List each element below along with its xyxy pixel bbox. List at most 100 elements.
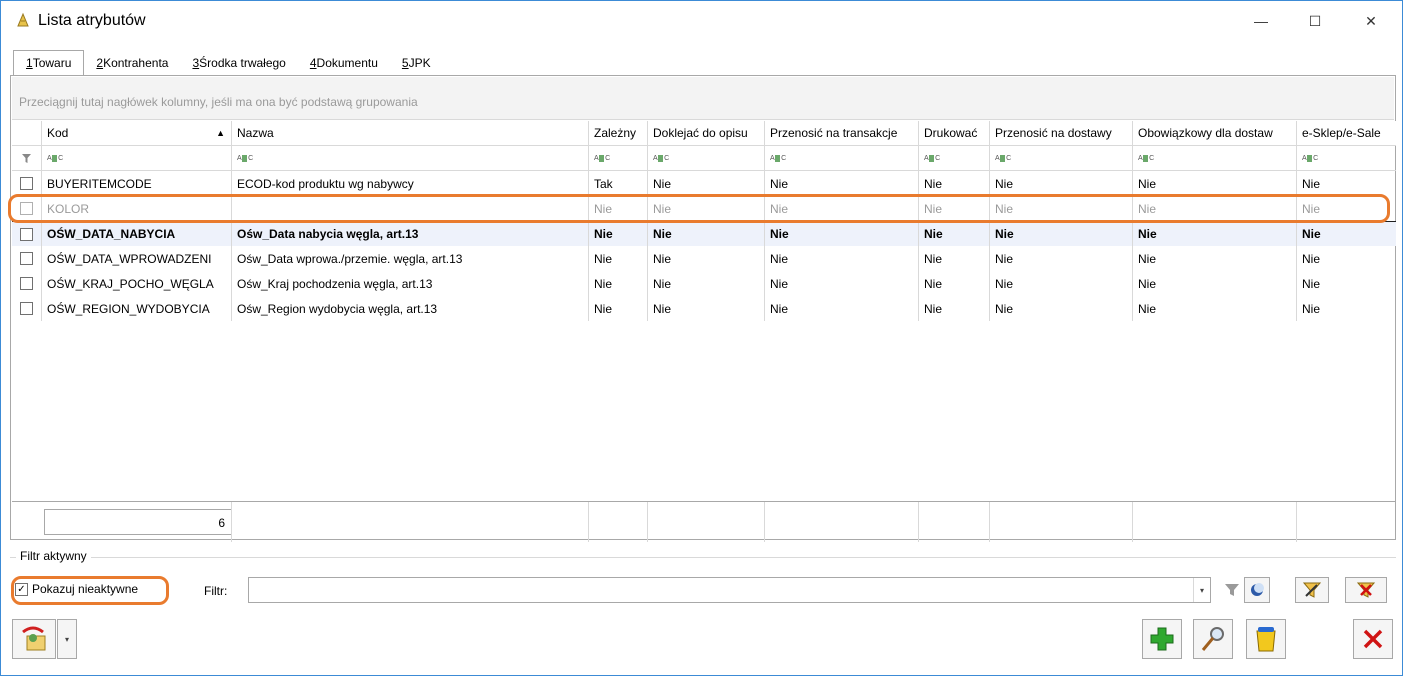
cell-doklejac: Nie — [648, 296, 765, 321]
filter-label: Filtr: — [204, 584, 228, 598]
gear-operations-icon — [22, 626, 46, 651]
tab-key: 3 — [192, 56, 200, 70]
text-filter-icon: AC — [924, 154, 940, 162]
filter-cell-dostawy[interactable]: AC — [990, 146, 1133, 170]
cell-kod: OŚW_DATA_WPROWADZENI — [42, 246, 232, 271]
tab-jpk[interactable]: 5 JPK — [390, 50, 443, 76]
cell-nazwa: Ośw_Kraj pochodzenia węgla, art.13 — [232, 271, 589, 296]
minimize-button[interactable]: — — [1238, 7, 1284, 35]
maximize-button[interactable]: ☐ — [1292, 7, 1338, 35]
tab-kontrahenta[interactable]: 2 Kontrahenta — [84, 50, 180, 76]
row-checkbox-cell[interactable] — [12, 171, 42, 196]
cell-kod: KOLOR — [42, 196, 232, 221]
window-title: Lista atrybutów — [38, 12, 146, 29]
row-checkbox[interactable] — [20, 302, 33, 315]
column-header-kod[interactable]: Kod ▲ — [42, 121, 232, 145]
row-checkbox-cell[interactable] — [12, 296, 42, 321]
chevron-down-icon: ▾ — [64, 634, 69, 644]
row-checkbox-cell[interactable] — [12, 271, 42, 296]
cell-zalezny: Nie — [589, 246, 648, 271]
column-header-obowiazkowy[interactable]: Obowiązkowy dla dostaw — [1133, 121, 1297, 145]
checkbox-checked[interactable]: ✓ — [15, 582, 28, 596]
filter-cell-zalezny[interactable]: AC — [589, 146, 648, 170]
column-header-dostawy[interactable]: Przenosić na dostawy — [990, 121, 1133, 145]
funnel-icon — [22, 153, 31, 163]
table-row[interactable]: OŚW_KRAJ_POCHO_WĘGLA Ośw_Kraj pochodzeni… — [12, 271, 1396, 296]
row-checkbox-cell[interactable] — [12, 222, 42, 246]
operations-button[interactable] — [12, 619, 56, 659]
cell-obowiazkowy: Nie — [1133, 246, 1297, 271]
filter-cell-kod[interactable]: AC — [42, 146, 232, 170]
row-checkbox[interactable] — [20, 252, 33, 265]
tab-key: 2 — [96, 56, 104, 70]
delete-button[interactable] — [1246, 619, 1286, 659]
filter-cell-obowiazkowy[interactable]: AC — [1133, 146, 1297, 170]
chevron-down-icon[interactable]: ▾ — [1193, 578, 1210, 602]
column-header-esklep[interactable]: e-Sklep/e-Sale — [1297, 121, 1396, 145]
filter-row-icon — [12, 146, 42, 170]
cell-transakcje: Nie — [765, 171, 919, 196]
table-row-selected[interactable]: OŚW_DATA_NABYCIA Ośw_Data nabycia węgla,… — [12, 221, 1396, 246]
cell-esklep: Nie — [1302, 201, 1321, 216]
cell-esklep: Nie — [1302, 176, 1321, 191]
table-row-inactive[interactable]: KOLOR Nie Nie Nie Nie Nie Nie Nie — [12, 196, 1396, 221]
row-checkbox[interactable] — [20, 227, 33, 241]
table-row[interactable]: OŚW_REGION_WYDOBYCIA Ośw_Region wydobyci… — [12, 296, 1396, 321]
filter-cell-doklejac[interactable]: AC — [648, 146, 765, 170]
table-row[interactable]: BUYERITEMCODE ECOD-kod produktu wg nabyw… — [12, 171, 1396, 196]
cell-zalezny: Nie — [589, 271, 648, 296]
cell-zalezny: Nie — [589, 222, 648, 246]
column-header-drukowac[interactable]: Drukować — [919, 121, 990, 145]
cell-zalezny: Tak — [589, 171, 648, 196]
advanced-filter-button[interactable] — [1244, 577, 1270, 603]
row-checkbox-cell[interactable] — [12, 246, 42, 271]
plus-icon — [1150, 627, 1174, 651]
cell-kod: OŚW_REGION_WYDOBYCIA — [42, 296, 232, 321]
filter-cell-drukowac[interactable]: AC — [919, 146, 990, 170]
construct-filter-button[interactable] — [1295, 577, 1329, 603]
header-select — [12, 121, 42, 145]
filter-combobox[interactable]: ▾ — [248, 577, 1211, 603]
tab-key: 1 — [26, 56, 33, 70]
close-window-button[interactable] — [1353, 619, 1393, 659]
funnel-filter-button[interactable] — [1218, 577, 1246, 603]
cell-drukowac: Nie — [919, 296, 990, 321]
column-header-zalezny[interactable]: Zależny — [589, 121, 648, 145]
table-row[interactable]: OŚW_DATA_WPROWADZENI Ośw_Data wprowa./pr… — [12, 246, 1396, 271]
preview-button[interactable] — [1193, 619, 1233, 659]
grid-empty-area — [12, 321, 1396, 501]
sort-ascending-icon: ▲ — [216, 128, 225, 138]
cell-doklejac: Nie — [648, 171, 765, 196]
text-filter-icon: AC — [594, 154, 610, 162]
filter-cell-nazwa[interactable]: AC — [232, 146, 589, 170]
tab-towaru[interactable]: 1 Towaru — [13, 50, 85, 76]
column-header-transakcje[interactable]: Przenosić na transakcje — [765, 121, 919, 145]
add-button[interactable] — [1142, 619, 1182, 659]
text-filter-icon: AC — [653, 154, 669, 162]
cell-drukowac: Nie — [919, 171, 990, 196]
tab-dokumentu[interactable]: 4 Dokumentu — [298, 50, 390, 76]
cell-esklep: Nie — [1302, 251, 1321, 266]
row-checkbox[interactable] — [20, 177, 33, 190]
show-inactive-checkbox[interactable]: ✓ Pokazuj nieaktywne — [15, 582, 138, 596]
title-bar: Lista atrybutów — ☐ ✕ — [1, 1, 1402, 41]
cell-doklejac: Nie — [648, 246, 765, 271]
row-checkbox[interactable] — [20, 202, 33, 215]
clear-filter-button[interactable] — [1345, 577, 1387, 603]
tab-srodka-trwalego[interactable]: 3 Środka trwałego — [180, 50, 297, 76]
row-checkbox[interactable] — [20, 277, 33, 290]
footer-count-cell: 6 — [12, 502, 232, 542]
row-checkbox-cell[interactable] — [12, 196, 42, 221]
filter-cell-esklep[interactable]: AC — [1297, 146, 1396, 170]
tab-label: Środka trwałego — [199, 56, 286, 70]
funnel-tool-icon — [1303, 582, 1321, 598]
group-by-panel[interactable]: Przeciągnij tutaj nagłówek kolumny, jeśl… — [12, 77, 1394, 120]
moon-filter-icon — [1251, 583, 1264, 596]
column-header-nazwa[interactable]: Nazwa — [232, 121, 589, 145]
filter-cell-transakcje[interactable]: AC — [765, 146, 919, 170]
column-header-doklejac[interactable]: Doklejać do opisu — [648, 121, 765, 145]
cell-obowiazkowy: Nie — [1133, 171, 1297, 196]
cell-zalezny: Nie — [589, 196, 648, 221]
close-button[interactable]: ✕ — [1348, 7, 1394, 35]
operations-dropdown-button[interactable]: ▾ — [57, 619, 77, 659]
